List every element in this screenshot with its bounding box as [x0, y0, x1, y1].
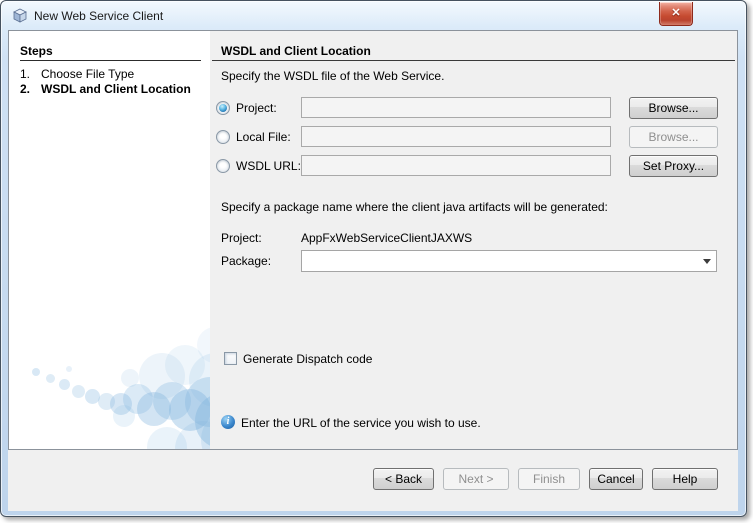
- step-number: 1.: [20, 67, 41, 81]
- local-file-browse-button: Browse...: [629, 126, 718, 148]
- source-row-project: Project: Browse...: [210, 97, 737, 119]
- step-label: Choose File Type: [41, 67, 134, 81]
- project-radio[interactable]: [216, 101, 230, 115]
- package-label: Package:: [221, 254, 271, 268]
- next-button: Next >: [443, 468, 509, 490]
- project-browse-button[interactable]: Browse...: [629, 97, 718, 119]
- project-name-row: Project: AppFxWebServiceClientJAXWS: [210, 228, 737, 244]
- package-instruction: Specify a package name where the client …: [221, 200, 608, 214]
- cancel-button[interactable]: Cancel: [589, 468, 643, 490]
- step-label: WSDL and Client Location: [41, 82, 191, 96]
- finish-button: Finish: [518, 468, 580, 490]
- wizard-cube-icon: [12, 8, 28, 24]
- project-wsdl-field: [301, 97, 611, 118]
- wizard-content: Steps 1.Choose File Type 2.WSDL and Clie…: [8, 30, 738, 450]
- step-choose-file-type: 1.Choose File Type: [20, 67, 134, 81]
- panel-heading-divider: [212, 60, 735, 61]
- window-title: New Web Service Client: [34, 9, 163, 23]
- local-file-radio[interactable]: [216, 130, 230, 144]
- local-file-radio-label[interactable]: Local File:: [236, 130, 291, 144]
- back-button[interactable]: < Back: [373, 468, 434, 490]
- info-message-row: i Enter the URL of the service you wish …: [210, 415, 737, 431]
- local-file-field: [301, 126, 611, 147]
- close-button[interactable]: ✕: [659, 2, 693, 26]
- wizard-footer: < Back Next > Finish Cancel Help: [8, 450, 738, 511]
- info-icon: i: [221, 415, 235, 429]
- step-wsdl-client-location: 2.WSDL and Client Location: [20, 82, 191, 96]
- package-input[interactable]: [302, 251, 698, 271]
- dispatch-checkbox-row: Generate Dispatch code: [210, 350, 737, 368]
- set-proxy-button[interactable]: Set Proxy...: [629, 155, 718, 177]
- wsdl-url-radio[interactable]: [216, 159, 230, 173]
- steps-divider: [20, 60, 201, 61]
- project-radio-label[interactable]: Project:: [236, 101, 277, 115]
- steps-sidebar: Steps 1.Choose File Type 2.WSDL and Clie…: [9, 31, 210, 449]
- steps-title: Steps: [20, 44, 53, 58]
- close-icon: ✕: [671, 8, 680, 19]
- help-button[interactable]: Help: [652, 468, 718, 490]
- wsdl-instruction: Specify the WSDL file of the Web Service…: [221, 69, 444, 83]
- titlebar[interactable]: New Web Service Client ✕: [2, 2, 745, 30]
- wsdl-url-field: [301, 155, 611, 176]
- step-number: 2.: [20, 82, 41, 96]
- wsdl-url-radio-label[interactable]: WSDL URL:: [236, 159, 301, 173]
- project-label: Project:: [221, 231, 262, 245]
- generate-dispatch-checkbox[interactable]: [224, 352, 237, 365]
- panel-heading: WSDL and Client Location: [221, 44, 371, 58]
- info-message: Enter the URL of the service you wish to…: [241, 416, 481, 430]
- wizard-main-panel: WSDL and Client Location Specify the WSD…: [210, 31, 737, 449]
- generate-dispatch-label[interactable]: Generate Dispatch code: [243, 352, 372, 366]
- chevron-down-icon[interactable]: [698, 252, 715, 270]
- source-row-wsdl-url: WSDL URL: Set Proxy...: [210, 155, 737, 177]
- package-row: Package:: [210, 250, 737, 272]
- project-value: AppFxWebServiceClientJAXWS: [301, 231, 472, 245]
- package-combobox[interactable]: [301, 250, 717, 272]
- source-row-local-file: Local File: Browse...: [210, 126, 737, 148]
- new-web-service-client-dialog: New Web Service Client ✕ Steps 1.Choose …: [0, 0, 747, 517]
